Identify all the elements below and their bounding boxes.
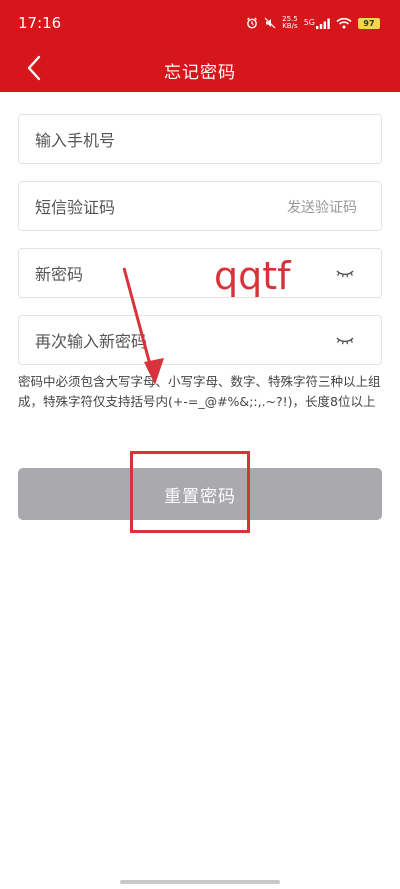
signal-icon: 5G <box>304 18 330 29</box>
confirm-password-field <box>18 315 382 366</box>
reset-password-button[interactable]: 重置密码 <box>18 468 382 520</box>
sms-code-field: 发送验证码 <box>18 181 382 232</box>
eye-closed-icon[interactable] <box>335 266 355 280</box>
page-title: 忘记密码 <box>164 63 236 83</box>
status-icons: 25.5 KB/s 5G 97 <box>246 14 380 32</box>
eye-closed-icon[interactable] <box>335 333 355 347</box>
status-bar: 17:16 25.5 KB/s 5G 97 <box>0 0 400 44</box>
home-indicator <box>120 880 280 884</box>
phone-field <box>18 114 382 165</box>
phone-input[interactable] <box>33 115 267 165</box>
mute-icon <box>264 17 276 29</box>
wifi-icon <box>336 17 352 29</box>
network-speed-unit: KB/s <box>282 22 298 30</box>
signal-label: 5G <box>303 18 315 27</box>
alarm-icon <box>246 17 258 29</box>
app-header: 17:16 25.5 KB/s 5G 97 忘记密码 <box>0 0 400 92</box>
annotation-text: qqtf <box>214 254 291 298</box>
nav-bar: 忘记密码 <box>0 44 400 92</box>
new-password-field <box>18 248 382 299</box>
network-speed: 25.5 KB/s <box>282 16 298 30</box>
battery-icon: 97 <box>358 17 380 29</box>
password-hint: 密码中必须包含大写字母、小写字母、数字、特殊字符三种以上组成，特殊字符仅支持括号… <box>18 374 381 409</box>
sms-code-input[interactable] <box>33 182 237 232</box>
send-code-button[interactable]: 发送验证码 <box>287 197 357 217</box>
confirm-password-input[interactable] <box>33 316 267 366</box>
status-time: 17:16 <box>18 14 62 32</box>
